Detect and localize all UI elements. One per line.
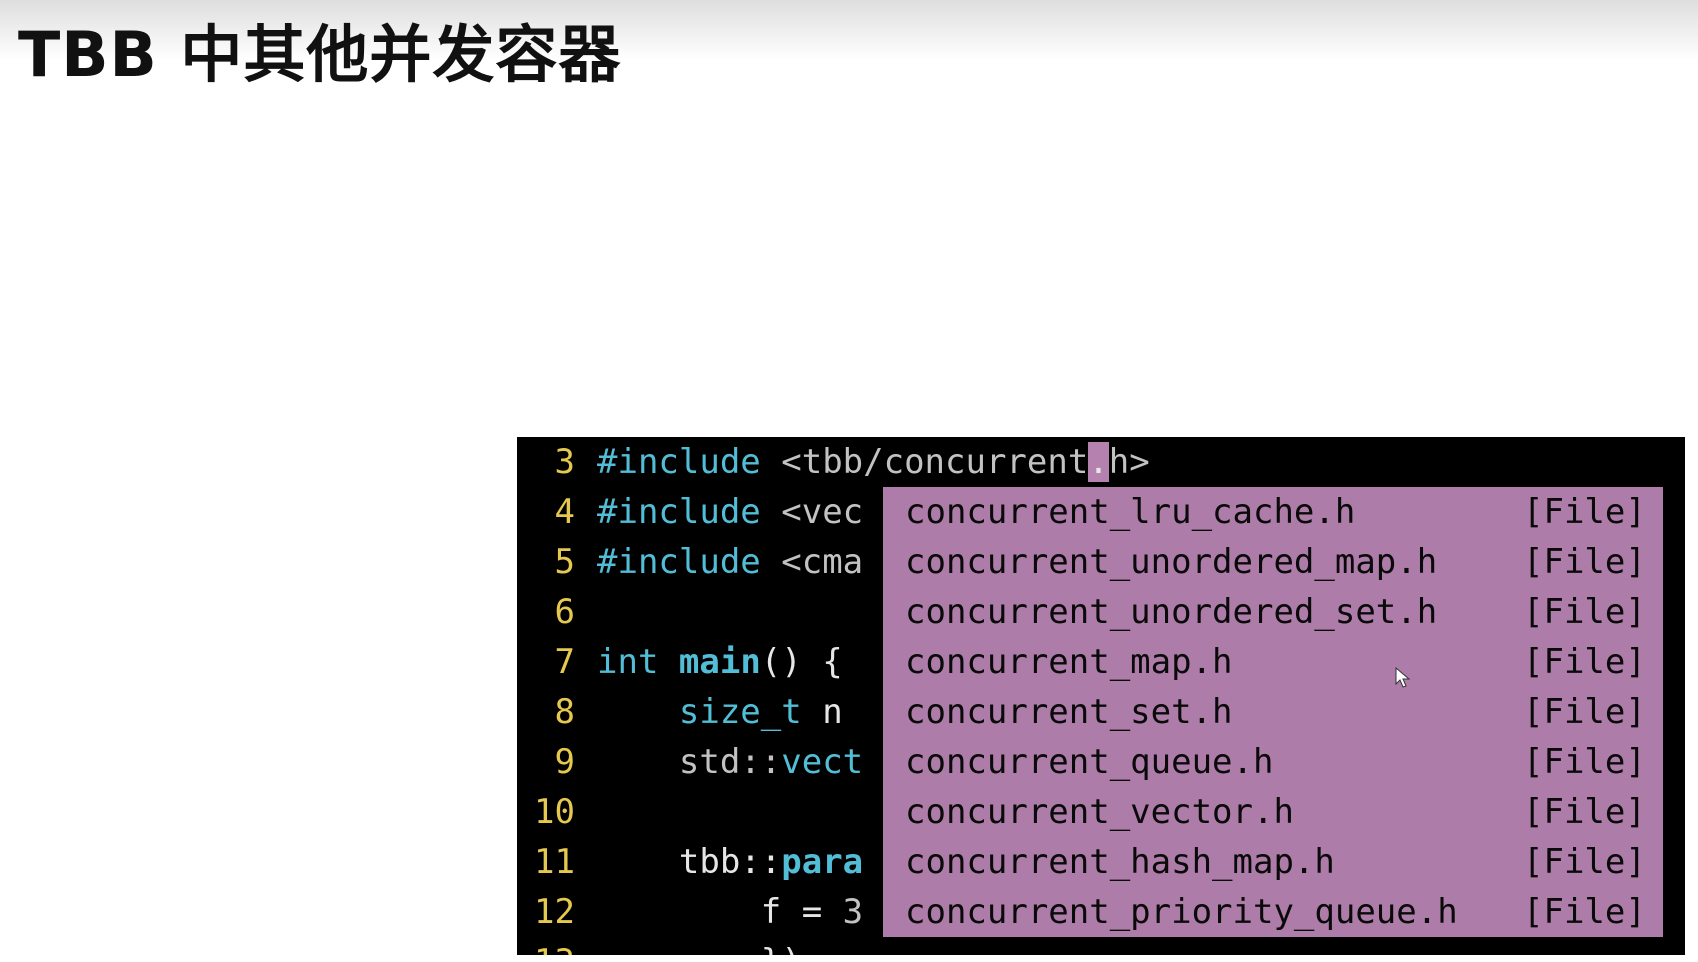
completion-item[interactable]: concurrent_map.h [File] bbox=[883, 637, 1663, 687]
text-cursor: . bbox=[1088, 442, 1109, 482]
code-token: f = bbox=[760, 892, 843, 932]
completion-item-name: concurrent_map.h bbox=[905, 642, 1233, 682]
line-number: 8 bbox=[554, 692, 575, 732]
code-text: size_t n bbox=[597, 687, 843, 737]
line-number: 4 bbox=[554, 492, 575, 532]
completion-item-kind: [File] bbox=[1523, 492, 1646, 532]
code-token: () { bbox=[760, 642, 843, 682]
line-number: 6 bbox=[554, 592, 575, 632]
code-text: }); bbox=[597, 937, 822, 955]
completion-item-kind: [File] bbox=[1523, 892, 1646, 932]
line-number: 7 bbox=[554, 642, 575, 682]
completion-popup[interactable]: concurrent_lru_cache.h [File] concurrent_u… bbox=[883, 487, 1663, 937]
completion-item-name: concurrent_queue.h bbox=[905, 742, 1274, 782]
completion-item-kind: [File] bbox=[1523, 592, 1646, 632]
code-text: #include <vec bbox=[597, 487, 863, 537]
completion-item-kind: [File] bbox=[1523, 742, 1646, 782]
completion-item-kind: [File] bbox=[1523, 792, 1646, 832]
line-number: 5 bbox=[554, 542, 575, 582]
line-number: 3 bbox=[554, 442, 575, 482]
completion-item[interactable]: concurrent_hash_map.h [File] bbox=[883, 837, 1663, 887]
completion-item-kind: [File] bbox=[1523, 542, 1646, 582]
completion-item-kind: [File] bbox=[1523, 642, 1646, 682]
line-number: 12 bbox=[534, 892, 575, 932]
completion-item[interactable]: concurrent_vector.h [File] bbox=[883, 787, 1663, 837]
line-number: 13 bbox=[517, 937, 575, 955]
completion-item-name: concurrent_unordered_set.h bbox=[905, 592, 1438, 632]
completion-item-kind: [File] bbox=[1523, 692, 1646, 732]
line-number: 9 bbox=[554, 742, 575, 782]
code-editor[interactable]: 3 #include <tbb/concurrent.h> 4 #include <v… bbox=[517, 437, 1685, 955]
completion-item[interactable]: concurrent_priority_queue.h [File] bbox=[883, 887, 1663, 937]
completion-item[interactable]: concurrent_queue.h [File] bbox=[883, 737, 1663, 787]
code-token: size_t bbox=[678, 692, 802, 732]
completion-item-kind: [File] bbox=[1523, 842, 1646, 882]
completion-item-name: concurrent_lru_cache.h bbox=[905, 492, 1356, 532]
code-text: #include <cma bbox=[597, 537, 863, 587]
code-token: <vec bbox=[781, 492, 864, 532]
code-token: h> bbox=[1108, 442, 1150, 482]
completion-item-name: concurrent_hash_map.h bbox=[905, 842, 1335, 882]
completion-item-name: concurrent_vector.h bbox=[905, 792, 1294, 832]
code-token: #include bbox=[597, 542, 761, 582]
code-text: #include <tbb/concurrent.h> bbox=[597, 437, 1150, 487]
completion-item-name: concurrent_priority_queue.h bbox=[905, 892, 1458, 932]
line-number: 11 bbox=[534, 842, 575, 882]
code-token: 3 bbox=[842, 892, 864, 932]
code-token: <tbb/concurrent bbox=[781, 442, 1089, 482]
code-token: para bbox=[781, 842, 864, 882]
code-token: }); bbox=[761, 942, 822, 955]
line-number: 10 bbox=[534, 792, 575, 832]
completion-item-name: concurrent_set.h bbox=[905, 692, 1233, 732]
code-token: main bbox=[678, 642, 761, 682]
slide-title: TBB 中其他并发容器 bbox=[18, 18, 622, 91]
code-token: n bbox=[801, 692, 843, 732]
code-token: std:: bbox=[678, 742, 782, 782]
code-token: int bbox=[597, 642, 659, 682]
code-token: #include bbox=[597, 442, 761, 482]
code-token: tbb:: bbox=[678, 842, 782, 882]
completion-item-name: concurrent_unordered_map.h bbox=[905, 542, 1438, 582]
code-text: int main() { bbox=[597, 637, 843, 687]
completion-item[interactable]: concurrent_lru_cache.h [File] bbox=[883, 487, 1663, 537]
code-text: f = 3 bbox=[597, 887, 863, 937]
code-token: <cma bbox=[781, 542, 864, 582]
completion-item[interactable]: concurrent_unordered_map.h [File] bbox=[883, 537, 1663, 587]
code-text: std::vect bbox=[597, 737, 863, 787]
completion-item[interactable]: concurrent_unordered_set.h [File] bbox=[883, 587, 1663, 637]
code-token: #include bbox=[597, 492, 761, 532]
code-text: tbb::para bbox=[597, 837, 863, 887]
completion-item[interactable]: concurrent_set.h [File] bbox=[883, 687, 1663, 737]
mouse-pointer-icon bbox=[1395, 666, 1411, 693]
code-token: vect bbox=[781, 742, 864, 782]
